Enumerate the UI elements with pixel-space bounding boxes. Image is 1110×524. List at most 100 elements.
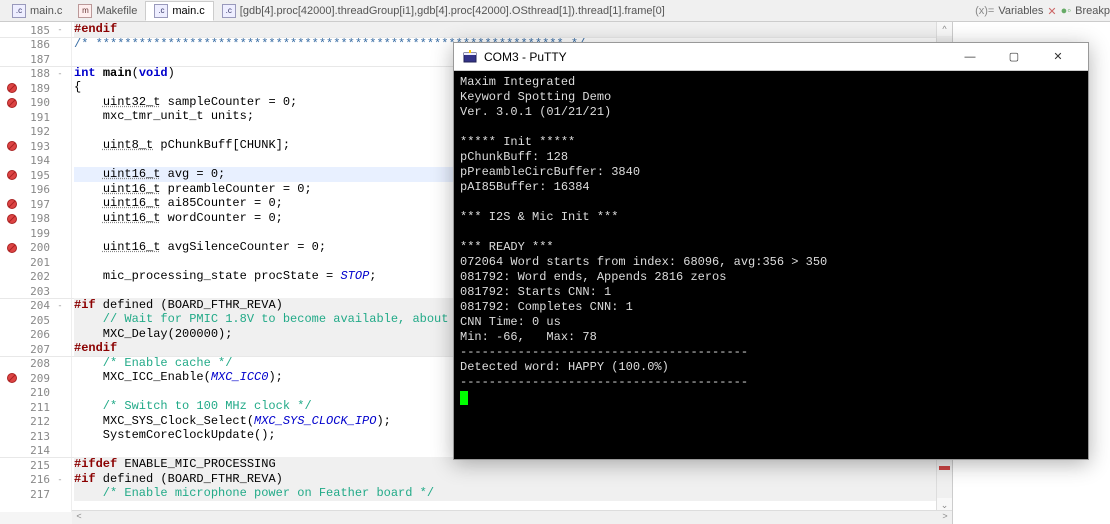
gutter-line[interactable]: 207 [0,342,71,357]
breakpoints-icon: ●◦ [1061,5,1072,17]
breakpoint-marker[interactable] [0,198,24,210]
gutter-line[interactable]: 215 [0,458,71,473]
line-number: 190 [24,96,54,109]
fold-marker[interactable]: - [54,25,66,35]
gutter-line[interactable]: 205 [0,313,71,328]
makefile-icon: m [78,4,92,18]
variables-icon: (x)= [975,5,994,17]
gutter-line[interactable]: 211 [0,400,71,415]
line-number: 196 [24,183,54,196]
gutter-line[interactable]: 206 [0,328,71,343]
tab-main-c-active[interactable]: .c main.c [145,1,213,21]
breakpoint-marker[interactable] [0,372,24,384]
variables-tab[interactable]: Variables [998,5,1043,17]
gutter-line[interactable]: 214 [0,444,71,459]
gutter-line[interactable]: 212 [0,415,71,430]
scroll-left-arrow[interactable]: < [72,511,86,524]
gutter-line[interactable]: 203 [0,284,71,299]
horizontal-scrollbar[interactable]: < > [72,510,952,524]
gutter-line[interactable]: 186 [0,38,71,53]
gutter-line[interactable]: 197 [0,197,71,212]
tab-main-c-1[interactable]: .c main.c [4,2,70,20]
gutter-line[interactable]: 193 [0,139,71,154]
gutter-line[interactable]: 204- [0,299,71,314]
line-number: 211 [24,401,54,414]
breakpoints-tab[interactable]: Breakp [1075,5,1110,17]
tab-makefile[interactable]: m Makefile [70,2,145,20]
line-number: 214 [24,444,54,457]
gutter-line[interactable]: 187 [0,52,71,67]
c-file-icon: .c [154,4,168,18]
gutter-line[interactable]: 208 [0,357,71,372]
line-number: 202 [24,270,54,283]
breakpoint-marker[interactable] [0,213,24,225]
line-number: 186 [24,38,54,51]
putty-icon [462,49,478,65]
line-number: 198 [24,212,54,225]
line-number: 206 [24,328,54,341]
right-panel-tabs: (x)= Variables ✕ ●◦ Breakp [975,0,1110,22]
line-number: 199 [24,227,54,240]
line-number: 187 [24,53,54,66]
gutter-line[interactable]: 200 [0,241,71,256]
fold-marker[interactable]: - [54,69,66,79]
gutter-line[interactable]: 209 [0,371,71,386]
terminal-cursor [460,391,468,405]
tab-label: main.c [30,5,62,17]
breakpoint-marker[interactable] [0,140,24,152]
breakpoint-marker[interactable] [0,242,24,254]
breakpoint-marker[interactable] [0,169,24,181]
gutter-line[interactable]: 188- [0,67,71,82]
line-number: 209 [24,372,54,385]
tab-gdb-frame[interactable]: .c [gdb[4].proc[42000].threadGroup[i1],g… [214,2,673,20]
line-number: 215 [24,459,54,472]
gutter-line[interactable]: 199 [0,226,71,241]
scroll-mark [939,466,950,470]
scroll-right-arrow[interactable]: > [938,511,952,524]
c-file-icon: .c [12,4,26,18]
gutter-line[interactable]: 210 [0,386,71,401]
gutter-line[interactable]: 195 [0,168,71,183]
line-number: 194 [24,154,54,167]
gutter-line[interactable]: 191 [0,110,71,125]
line-number: 197 [24,198,54,211]
terminal-output[interactable]: Maxim Integrated Keyword Spotting Demo V… [454,71,1088,459]
line-number: 185 [24,24,54,37]
terminal-text: Maxim Integrated Keyword Spotting Demo V… [460,75,827,389]
line-number: 205 [24,314,54,327]
minimize-button[interactable]: — [948,43,992,71]
gutter-line[interactable]: 217 [0,487,71,502]
gutter-line[interactable]: 196 [0,183,71,198]
breakpoint-marker[interactable] [0,97,24,109]
gutter-line[interactable]: 192 [0,125,71,140]
gutter-line[interactable]: 216- [0,473,71,488]
line-number: 195 [24,169,54,182]
line-number: 208 [24,357,54,370]
line-number: 193 [24,140,54,153]
gutter-line[interactable]: 198 [0,212,71,227]
putty-window[interactable]: COM3 - PuTTY — ▢ ✕ Maxim Integrated Keyw… [453,42,1089,460]
gutter-line[interactable]: 213 [0,429,71,444]
scroll-up-arrow[interactable]: ^ [937,22,952,36]
tab-label: [gdb[4].proc[42000].threadGroup[i1],gdb[… [240,5,665,17]
gutter-line[interactable]: 194 [0,154,71,169]
gutter-line[interactable]: 190 [0,96,71,111]
tab-label: Makefile [96,5,137,17]
tab-label: main.c [172,5,204,17]
gutter-line[interactable]: 202 [0,270,71,285]
line-number: 216 [24,473,54,486]
line-number: 213 [24,430,54,443]
line-number: 188 [24,67,54,80]
maximize-button[interactable]: ▢ [992,43,1036,71]
line-number: 204 [24,299,54,312]
putty-titlebar[interactable]: COM3 - PuTTY — ▢ ✕ [454,43,1088,71]
line-number: 210 [24,386,54,399]
fold-marker[interactable]: - [54,475,66,485]
gutter: 185-186187188-18919019119219319419519619… [0,22,72,512]
gutter-line[interactable]: 185- [0,23,71,38]
gutter-line[interactable]: 189 [0,81,71,96]
fold-marker[interactable]: - [54,301,66,311]
close-button[interactable]: ✕ [1036,43,1080,71]
gutter-line[interactable]: 201 [0,255,71,270]
breakpoint-marker[interactable] [0,82,24,94]
